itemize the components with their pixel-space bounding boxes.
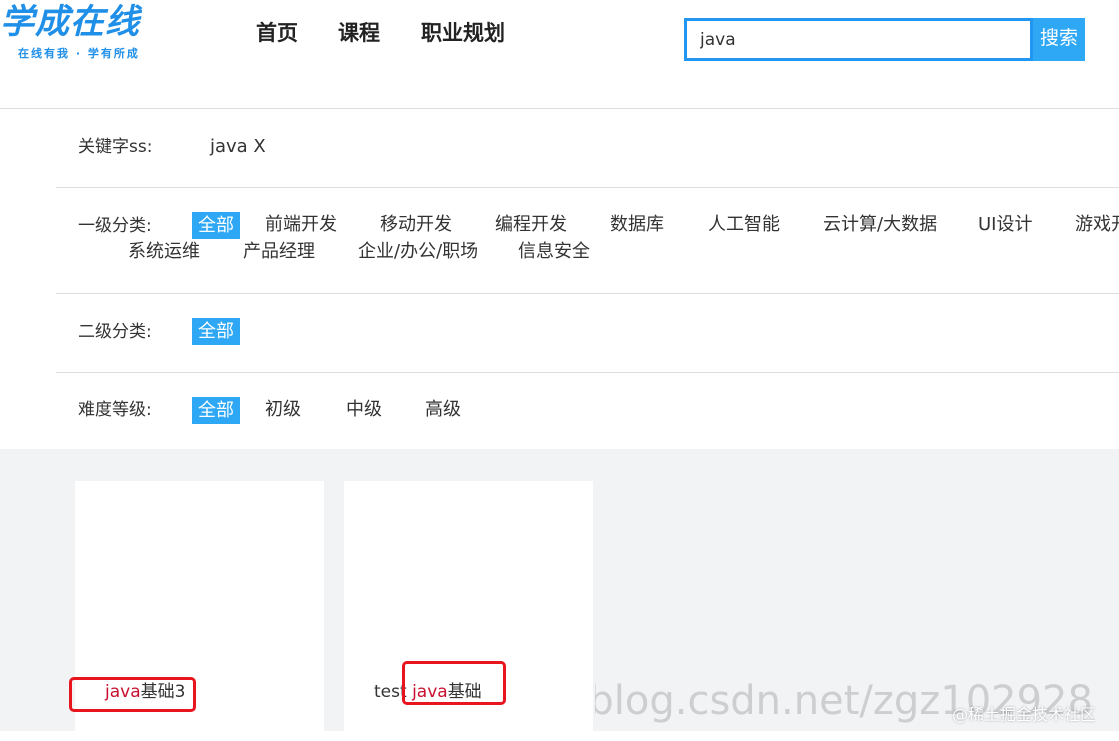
level1-option[interactable]: 数据库: [610, 212, 664, 238]
difficulty-option[interactable]: 初级: [265, 397, 301, 423]
level1-option[interactable]: 前端开发: [265, 212, 337, 238]
nav-courses-link[interactable]: 课程: [338, 16, 380, 50]
level1-label: 一级分类:: [78, 216, 152, 236]
difficulty-option[interactable]: 中级: [346, 397, 382, 423]
annotation-box: [402, 661, 506, 705]
difficulty-label: 难度等级:: [78, 400, 152, 420]
level1-option[interactable]: 产品经理: [243, 239, 315, 265]
level1-option[interactable]: 编程开发: [495, 212, 567, 238]
level1-option[interactable]: 企业/办公/职场: [358, 239, 478, 265]
nav-home-link[interactable]: 首页: [256, 16, 298, 50]
filter-divider: [56, 293, 1119, 294]
level1-option-all[interactable]: 全部: [192, 212, 240, 239]
search-input[interactable]: [687, 21, 1030, 58]
site-slogan: 在线有我 · 学有所成: [18, 47, 140, 60]
difficulty-option[interactable]: 高级: [425, 397, 461, 423]
juejin-watermark: @稀土掘金技术社区: [952, 705, 1097, 724]
level1-option[interactable]: UI设计: [978, 212, 1032, 238]
header-divider: [0, 108, 1119, 109]
search-button[interactable]: 搜索: [1033, 18, 1085, 61]
nav-career-link[interactable]: 职业规划: [421, 16, 505, 50]
keyword-tag[interactable]: java X: [210, 135, 266, 159]
filter-divider: [56, 187, 1119, 188]
level1-option[interactable]: 信息安全: [518, 239, 590, 265]
level2-option-all[interactable]: 全部: [192, 318, 240, 345]
level1-option-clip: 游戏开发: [1075, 212, 1119, 238]
level2-label: 二级分类:: [78, 322, 152, 342]
annotation-box: [69, 677, 196, 712]
difficulty-option-all[interactable]: 全部: [192, 397, 240, 424]
site-logo[interactable]: 学成在线: [0, 2, 190, 42]
level1-option[interactable]: 游戏开发: [1075, 212, 1119, 238]
level1-option[interactable]: 人工智能: [708, 212, 780, 238]
filter-divider: [56, 372, 1119, 373]
level1-option[interactable]: 移动开发: [380, 212, 452, 238]
level1-option[interactable]: 云计算/大数据: [823, 212, 937, 238]
search-box: [684, 18, 1033, 61]
keyword-label: 关键字ss:: [78, 137, 153, 157]
level1-option[interactable]: 系统运维: [128, 239, 200, 265]
